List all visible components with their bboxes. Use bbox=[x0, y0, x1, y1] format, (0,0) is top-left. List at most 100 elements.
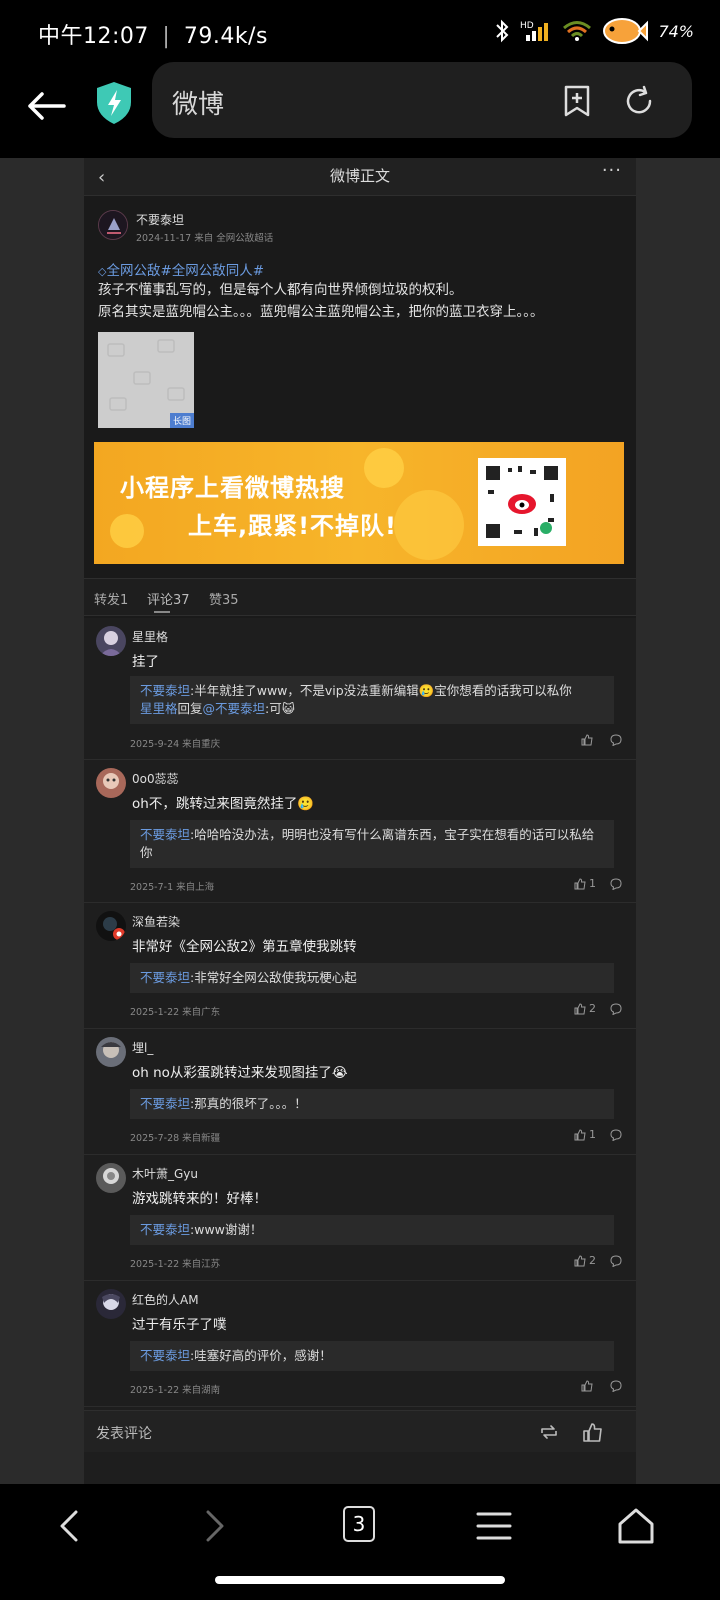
reply-box[interactable]: 不要泰坦:那真的很坏了。。。！ bbox=[130, 1089, 614, 1119]
reply-author[interactable]: 星里格 bbox=[140, 701, 178, 716]
reply-box[interactable]: 不要泰坦:哇塞好高的评价，感谢！ bbox=[130, 1341, 614, 1371]
commenter-name[interactable]: 0o0蕊蕊 bbox=[132, 770, 179, 787]
thumbs-up-icon bbox=[574, 1254, 586, 1266]
mini-program-banner[interactable]: 小程序上看微博热搜 上车,跟紧!不掉队! bbox=[94, 442, 624, 564]
commenter-name[interactable]: 埋l_ bbox=[132, 1039, 153, 1056]
reply-bubble-icon[interactable] bbox=[610, 1380, 622, 1392]
like-button[interactable] bbox=[581, 1380, 596, 1392]
avatar[interactable] bbox=[96, 1163, 126, 1193]
reply-author[interactable]: 不要泰坦 bbox=[140, 1222, 190, 1237]
thumbs-up-icon bbox=[581, 734, 593, 746]
url-text[interactable]: 微博 bbox=[172, 84, 224, 121]
home-icon[interactable] bbox=[614, 1504, 658, 1548]
gesture-bar[interactable] bbox=[215, 1576, 505, 1584]
post-meta: 2024-11-17 来自 全网公敌超话 bbox=[136, 233, 274, 244]
reply-label: 回复 bbox=[177, 701, 203, 716]
reply-author[interactable]: 不要泰坦 bbox=[140, 970, 190, 985]
like-count: 2 bbox=[589, 1002, 596, 1015]
reply-bubble-icon[interactable] bbox=[610, 1002, 622, 1015]
tab-likes[interactable]: 赞35 bbox=[209, 589, 239, 608]
post-tabs: 转发1 评论37 赞35 bbox=[84, 578, 636, 616]
commenter-name[interactable]: 红色的人AM bbox=[132, 1291, 199, 1308]
status-bar: 中午12:07 | 79.4k/s HD 74% bbox=[0, 0, 720, 62]
like-button[interactable]: 1 bbox=[574, 1128, 596, 1141]
like-button[interactable] bbox=[581, 734, 596, 746]
tab-comments[interactable]: 评论37 bbox=[147, 589, 190, 608]
reply-author[interactable]: 不要泰坦 bbox=[140, 683, 190, 698]
comment-text: oh no从彩蛋跳转过来发现图挂了😭 bbox=[132, 1065, 348, 1081]
commenter-name[interactable]: 星里格 bbox=[132, 628, 168, 645]
reply-bubble-icon[interactable] bbox=[610, 877, 622, 890]
thumbs-up-icon bbox=[574, 1128, 586, 1140]
commenter-name[interactable]: 木叶萧_Gyu bbox=[132, 1165, 198, 1182]
address-bar[interactable]: 微博 bbox=[152, 62, 692, 138]
reply-author[interactable]: 不要泰坦 bbox=[140, 1348, 190, 1363]
status-time: 中午12:07 | 79.4k/s bbox=[38, 18, 268, 50]
tag-text[interactable]: 全网公敌#全网公敌同人# bbox=[106, 263, 264, 279]
tab-repost[interactable]: 转发1 bbox=[94, 589, 128, 608]
commenter-name[interactable]: 深鱼若染 bbox=[132, 913, 180, 930]
reply-text: :哈哈哈没办法，明明也没有写什么离谱东西，宝子实在想看的话可以私给你 bbox=[140, 827, 595, 860]
reply-line: 不要泰坦:半年就挂了www，不是vip没法重新编辑🥲宝你想看的话我可以私你 bbox=[140, 682, 604, 700]
comment-date: 2025-1-22 来自湖南 bbox=[130, 1385, 221, 1396]
comment-item: 星里格 挂了 不要泰坦:半年就挂了www，不是vip没法重新编辑🥲宝你想看的话我… bbox=[84, 618, 636, 760]
comment-actions: 2 bbox=[574, 1254, 622, 1267]
post-image[interactable]: 长图 bbox=[98, 332, 194, 428]
refresh-icon[interactable] bbox=[622, 84, 656, 118]
like-button[interactable]: 2 bbox=[574, 1254, 596, 1267]
reply-bubble-icon[interactable] bbox=[610, 1254, 622, 1267]
reply-box[interactable]: 不要泰坦:非常好全网公敌使我玩梗心起 bbox=[130, 963, 614, 993]
avatar[interactable] bbox=[96, 626, 126, 656]
more-options-icon[interactable]: ··· bbox=[602, 160, 622, 181]
decor-circle bbox=[364, 448, 404, 488]
tabs-count-button[interactable]: 3 bbox=[343, 1506, 375, 1542]
wifi-icon bbox=[563, 21, 592, 41]
security-shield-icon[interactable] bbox=[94, 80, 134, 126]
tab-indicator bbox=[154, 611, 170, 613]
thumbs-up-icon bbox=[581, 1380, 593, 1392]
menu-icon[interactable] bbox=[472, 1504, 516, 1548]
reply-author[interactable]: 不要泰坦 bbox=[140, 827, 190, 842]
clock: 中午12:07 bbox=[38, 24, 149, 49]
like-button[interactable]: 2 bbox=[574, 1002, 596, 1015]
battery-fish-icon bbox=[603, 18, 649, 44]
status-icons: HD 74% bbox=[494, 16, 694, 46]
add-bookmark-icon[interactable] bbox=[560, 84, 594, 118]
avatar[interactable] bbox=[96, 911, 126, 941]
reply-bubble-icon[interactable] bbox=[610, 1128, 622, 1141]
reply-author[interactable]: 不要泰坦 bbox=[140, 1096, 190, 1111]
avatar[interactable] bbox=[96, 768, 126, 798]
reply-box[interactable]: 不要泰坦:半年就挂了www，不是vip没法重新编辑🥲宝你想看的话我可以私你 星里… bbox=[130, 676, 614, 724]
mention-link[interactable]: @不要泰坦 bbox=[203, 701, 266, 716]
comment-item: 木叶萧_Gyu 游戏跳转来的！好棒！ 不要泰坦:www谢谢！ 2025-1-22… bbox=[84, 1155, 636, 1281]
reply-box[interactable]: 不要泰坦:www谢谢！ bbox=[130, 1215, 614, 1245]
thumbs-up-icon bbox=[574, 877, 586, 889]
like-button[interactable]: 1 bbox=[574, 877, 596, 890]
reply-text: :半年就挂了www，不是vip没法重新编辑🥲宝你想看的话我可以私你 bbox=[190, 683, 572, 698]
reply-bubble-icon[interactable] bbox=[610, 734, 622, 746]
post-comment-button[interactable]: 发表评论 bbox=[96, 1423, 152, 1443]
post-text-line: 孩子不懂事乱写的，但是每个人都有向世界倾倒垃圾的权利。 bbox=[98, 282, 463, 298]
comment-date: 2025-7-28 来自新疆 bbox=[130, 1133, 221, 1144]
reply-box[interactable]: 不要泰坦:哈哈哈没办法，明明也没有写什么离谱东西，宝子实在想看的话可以私给你 bbox=[130, 820, 614, 868]
avatar[interactable] bbox=[98, 210, 128, 240]
reply-line: 星里格回复@不要泰坦:可😺 bbox=[140, 700, 604, 718]
like-icon[interactable] bbox=[582, 1421, 604, 1443]
reply-text: :可😺 bbox=[265, 701, 295, 716]
comment-date: 2025-7-1 来自上海 bbox=[130, 882, 215, 893]
comment-actions: 2 bbox=[574, 1002, 622, 1015]
post-topic-tags[interactable]: ◇全网公敌#全网公敌同人# bbox=[98, 259, 264, 279]
nav-back-icon[interactable] bbox=[48, 1504, 92, 1548]
avatar[interactable] bbox=[96, 1289, 126, 1319]
weibo-header: ‹ 微博正文 ··· bbox=[84, 158, 636, 196]
post-author[interactable]: 不要泰坦 bbox=[136, 211, 184, 228]
back-arrow-icon[interactable] bbox=[24, 84, 68, 128]
comment-date: 2025-1-22 来自广东 bbox=[130, 1007, 221, 1018]
banner-line-1: 小程序上看微博热搜 bbox=[120, 474, 345, 502]
reply-text: :非常好全网公敌使我玩梗心起 bbox=[190, 970, 357, 985]
comment-date: 2025-1-22 来自江苏 bbox=[130, 1259, 221, 1270]
comment-actions: 1 bbox=[574, 877, 622, 890]
avatar[interactable] bbox=[96, 1037, 126, 1067]
repost-icon[interactable] bbox=[538, 1421, 560, 1443]
nav-forward-icon[interactable] bbox=[192, 1504, 236, 1548]
